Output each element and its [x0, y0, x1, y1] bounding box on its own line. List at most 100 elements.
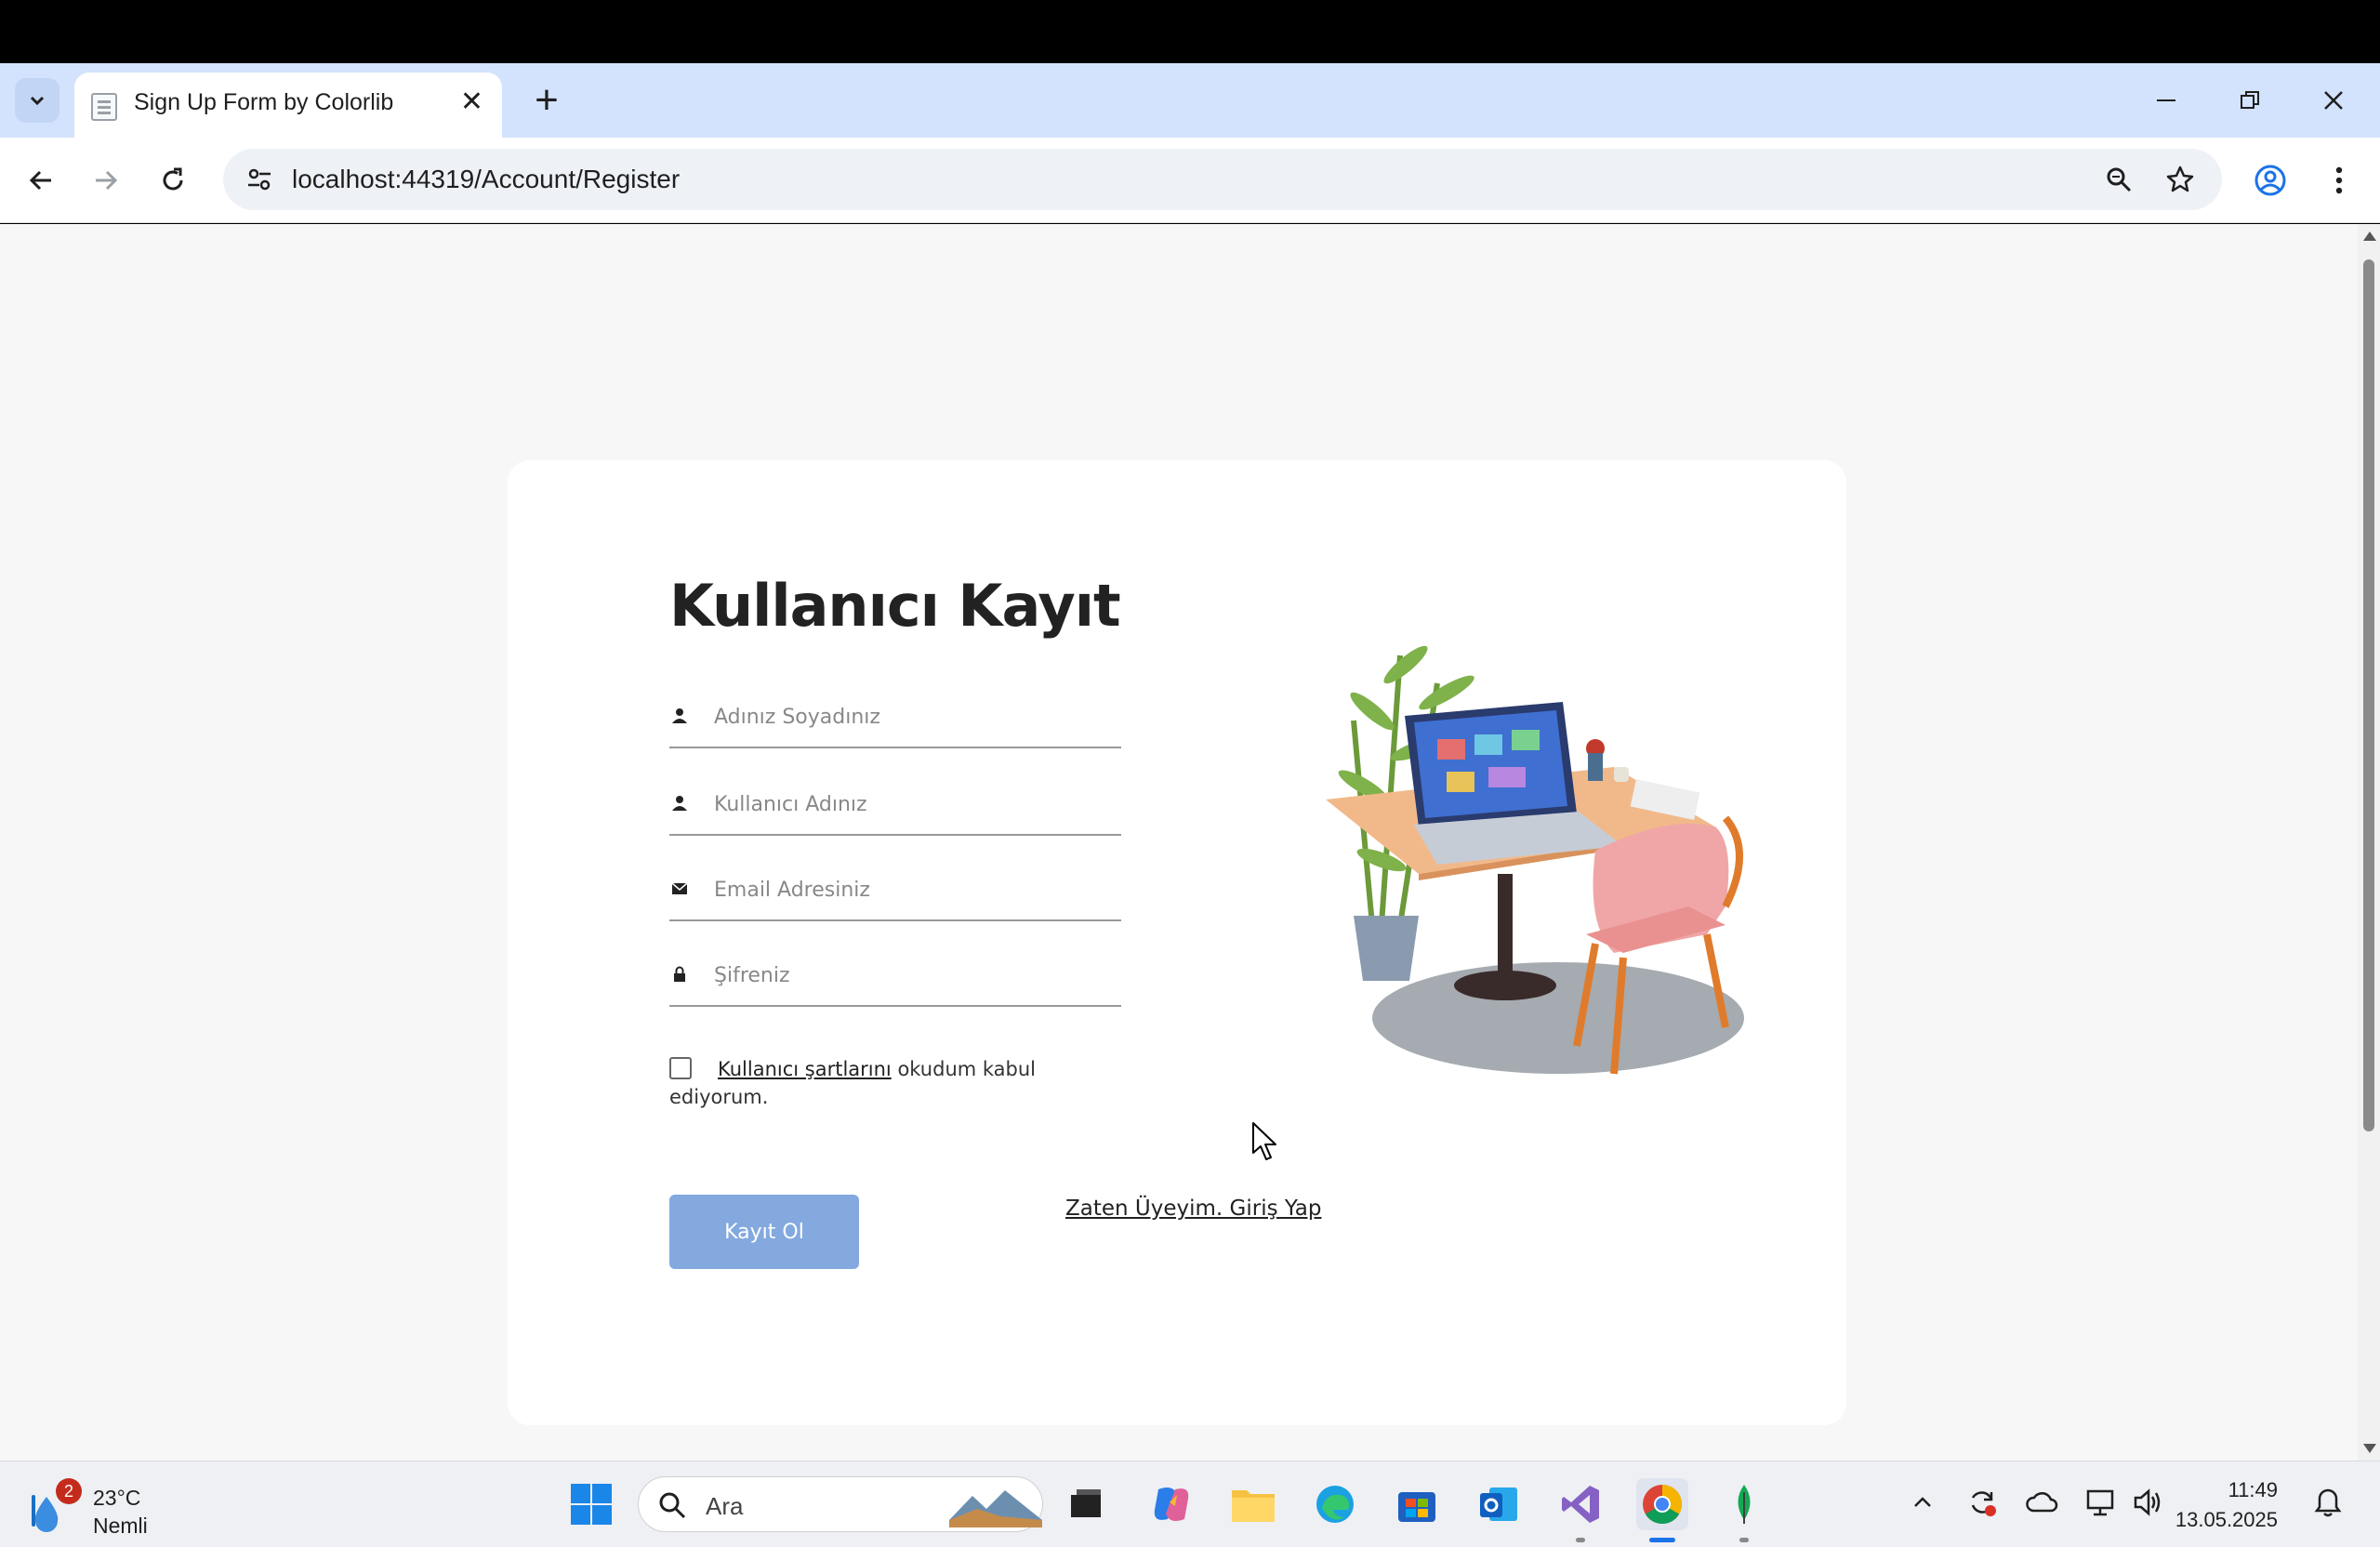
- address-bar[interactable]: localhost:44319/Account/Register: [223, 149, 2222, 210]
- scroll-down-icon[interactable]: [2363, 1444, 2376, 1453]
- edge-button[interactable]: [1309, 1478, 1361, 1530]
- weather-temperature: 23°C: [93, 1486, 141, 1510]
- new-tab-button[interactable]: +: [521, 74, 573, 126]
- page-viewport: Kullanıcı Kayıt Kullanıc: [0, 224, 2358, 1461]
- envelope-icon: [669, 879, 690, 899]
- site-info-button[interactable]: [236, 156, 283, 203]
- lock-icon: [669, 964, 690, 985]
- user-icon: [669, 793, 690, 813]
- bookmark-button[interactable]: [2161, 160, 2200, 199]
- notification-button[interactable]: [2309, 1484, 2347, 1521]
- mongodb-button[interactable]: [1718, 1478, 1770, 1530]
- search-label: Ara: [706, 1492, 744, 1520]
- profile-icon: [2254, 165, 2286, 196]
- url-text[interactable]: localhost:44319/Account/Register: [292, 165, 680, 194]
- fullname-field: [669, 693, 1121, 748]
- tab-title: Sign Up Form by Colorlib: [134, 89, 394, 115]
- profile-button[interactable]: [2246, 156, 2294, 205]
- weather-description: Nemli: [93, 1514, 148, 1538]
- restore-button[interactable]: [2213, 74, 2287, 126]
- task-view-button[interactable]: [1060, 1478, 1112, 1530]
- screen-top-bar: [0, 0, 2380, 63]
- visual-studio-running-indicator: [1576, 1538, 1585, 1542]
- scroll-up-icon[interactable]: [2363, 231, 2376, 241]
- tab-close-button[interactable]: ✕: [460, 86, 483, 119]
- volume-tray-button[interactable]: [2129, 1484, 2166, 1521]
- tab-search-button[interactable]: [15, 78, 60, 123]
- store-button[interactable]: [1391, 1478, 1443, 1530]
- zoom-button[interactable]: [2099, 160, 2138, 199]
- notification-badge: 2: [56, 1478, 82, 1504]
- scroll-thumb[interactable]: [2363, 259, 2374, 1131]
- file-explorer-button[interactable]: [1227, 1478, 1279, 1530]
- visual-studio-icon: [1562, 1486, 1599, 1523]
- page-title: Kullanıcı Kayıt: [669, 572, 1121, 640]
- copilot-icon: [1154, 1488, 1189, 1521]
- bell-icon: [2314, 1488, 2342, 1517]
- cloud-icon: [2026, 1491, 2058, 1513]
- taskbar: 2 23°C Nemli Ara 11:49 13.05.2025: [0, 1461, 2380, 1547]
- leaf-icon: [1738, 1485, 1751, 1524]
- minimize-icon: [2157, 99, 2175, 101]
- reload-button[interactable]: [149, 156, 197, 205]
- chevron-down-icon: [30, 96, 45, 106]
- username-input[interactable]: [714, 787, 1114, 821]
- password-field: [669, 951, 1121, 1007]
- menu-button[interactable]: [2315, 156, 2363, 205]
- password-input[interactable]: [714, 959, 1114, 992]
- minimize-button[interactable]: [2129, 74, 2203, 126]
- search-highlight-image: [949, 1490, 1042, 1527]
- outlook-icon: [1480, 1488, 1517, 1521]
- network-icon: [2086, 1489, 2114, 1516]
- chevron-up-icon: [1914, 1497, 1931, 1507]
- mouse-cursor-icon: [1252, 1122, 1276, 1160]
- close-icon: [2324, 91, 2343, 110]
- page-icon: [91, 93, 117, 121]
- terms-checkbox[interactable]: [669, 1057, 692, 1079]
- tab-bar: Sign Up Form by Colorlib ✕ +: [0, 63, 2380, 138]
- chrome-icon: [1643, 1485, 1683, 1525]
- show-hidden-icons-button[interactable]: [1904, 1484, 1941, 1521]
- forward-button[interactable]: [82, 156, 130, 205]
- vertical-scrollbar[interactable]: [2358, 224, 2380, 1461]
- clock-date[interactable]: 13.05.2025: [2166, 1508, 2278, 1532]
- onedrive-tray-button[interactable]: [2023, 1484, 2060, 1521]
- login-link[interactable]: Zaten Üyeyim. Giriş Yap: [1065, 1197, 1321, 1221]
- navigation-bar: localhost:44319/Account/Register: [0, 138, 2380, 223]
- network-tray-button[interactable]: [2082, 1484, 2120, 1521]
- email-field: [669, 866, 1121, 921]
- signup-card: Kullanıcı Kayıt Kullanıc: [508, 460, 1846, 1425]
- more-vertical-icon: [2335, 166, 2343, 194]
- copilot-button[interactable]: [1145, 1478, 1197, 1530]
- speaker-icon: [2134, 1488, 2161, 1516]
- taskbar-search[interactable]: Ara: [638, 1476, 1043, 1532]
- restore-icon: [2241, 91, 2259, 109]
- register-button[interactable]: Kayıt Ol: [669, 1195, 859, 1269]
- windows-icon: [571, 1484, 612, 1525]
- zoom-icon: [2107, 167, 2132, 192]
- outlook-button[interactable]: [1473, 1478, 1525, 1530]
- search-icon: [659, 1492, 686, 1519]
- weather-widget[interactable]: 2 23°C Nemli: [28, 1474, 177, 1538]
- visual-studio-button[interactable]: [1554, 1478, 1606, 1530]
- chrome-active-indicator: [1649, 1538, 1675, 1542]
- fullname-input[interactable]: [714, 700, 1114, 734]
- mongodb-running-indicator: [1739, 1538, 1749, 1542]
- email-input[interactable]: [714, 873, 1114, 906]
- reload-icon: [163, 167, 183, 191]
- back-button[interactable]: [17, 156, 65, 205]
- user-icon: [669, 706, 690, 726]
- chrome-button[interactable]: [1636, 1478, 1688, 1530]
- folder-icon: [1232, 1490, 1275, 1522]
- sync-tray-button[interactable]: [1964, 1484, 2001, 1521]
- tab-active[interactable]: Sign Up Form by Colorlib ✕: [74, 73, 502, 138]
- task-view-icon: [1071, 1489, 1101, 1517]
- arrow-left-icon: [29, 170, 51, 191]
- edge-icon: [1316, 1486, 1354, 1523]
- close-window-button[interactable]: [2296, 74, 2371, 126]
- clock-time[interactable]: 11:49: [2166, 1478, 2278, 1502]
- sync-icon: [1971, 1491, 1996, 1516]
- terms-link[interactable]: Kullanıcı şartlarını: [718, 1058, 892, 1080]
- store-icon: [1398, 1492, 1435, 1522]
- start-button[interactable]: [565, 1478, 617, 1530]
